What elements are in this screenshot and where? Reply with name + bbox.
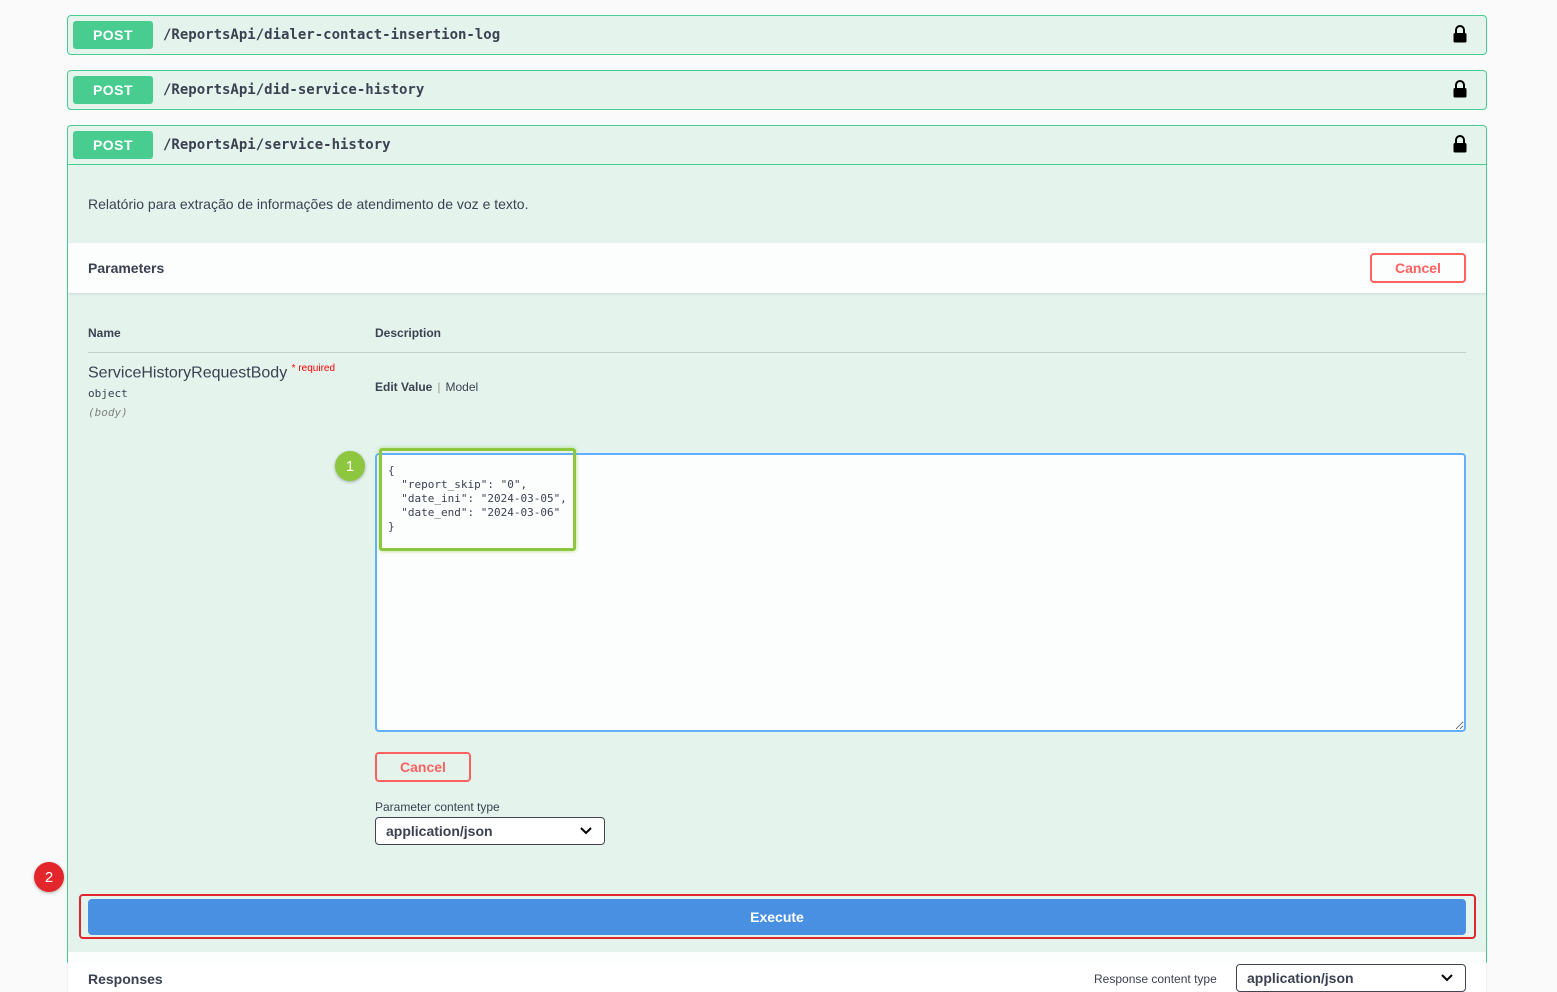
tab-separator: | bbox=[437, 380, 441, 394]
tab-model[interactable]: Model bbox=[445, 380, 478, 394]
lock-icon[interactable] bbox=[1452, 80, 1468, 98]
callout-1: 1 bbox=[335, 451, 365, 481]
select-value: application/json bbox=[386, 823, 493, 839]
method-badge: POST bbox=[73, 131, 153, 159]
tab-edit-value[interactable]: Edit Value bbox=[375, 380, 432, 394]
required-mark: * required bbox=[291, 363, 336, 374]
opblock-service-history: POST /ReportsApi/service-history Relatór… bbox=[67, 125, 1487, 992]
parameter-in: (body) bbox=[88, 406, 128, 419]
header-divider bbox=[88, 352, 1466, 353]
opblock-did-service-history: POST /ReportsApi/did-service-history bbox=[67, 70, 1487, 110]
opblock-summary[interactable]: POST /ReportsApi/service-history bbox=[68, 126, 1486, 164]
endpoint-path: /ReportsApi/service-history bbox=[163, 137, 391, 153]
response-content-type-select[interactable]: application/json bbox=[1236, 964, 1466, 992]
callout-2: 2 bbox=[34, 862, 64, 892]
column-header-name: Name bbox=[88, 326, 121, 340]
select-value: application/json bbox=[1247, 970, 1354, 986]
cancel-try-out-button[interactable]: Cancel bbox=[1370, 253, 1466, 283]
responses-header: Responses Response content type applicat… bbox=[68, 952, 1486, 992]
opblock-body: Relatório para extração de informações d… bbox=[68, 164, 1486, 992]
highlight-box-execute bbox=[79, 894, 1476, 939]
endpoint-path: /ReportsApi/dialer-contact-insertion-log bbox=[163, 27, 501, 43]
chevron-down-icon bbox=[580, 827, 592, 835]
cancel-button[interactable]: Cancel bbox=[375, 752, 471, 782]
parameter-name: ServiceHistoryRequestBody bbox=[88, 364, 288, 382]
parameter-content-type-select[interactable]: application/json bbox=[375, 817, 605, 845]
endpoint-description: Relatório para extração de informações d… bbox=[88, 196, 529, 212]
content-type-label: Parameter content type bbox=[375, 800, 500, 814]
body-tabs: Edit Value | Model bbox=[375, 380, 478, 394]
lock-icon[interactable] bbox=[1452, 135, 1468, 153]
response-content-type-label: Response content type bbox=[1094, 972, 1217, 986]
parameters-header: Parameters Cancel bbox=[68, 243, 1486, 293]
column-header-description: Description bbox=[375, 326, 442, 340]
opblock-summary[interactable]: POST /ReportsApi/dialer-contact-insertio… bbox=[68, 16, 1486, 54]
opblock-dialer-contact-insertion-log: POST /ReportsApi/dialer-contact-insertio… bbox=[67, 15, 1487, 55]
opblock-summary[interactable]: POST /ReportsApi/did-service-history bbox=[68, 71, 1486, 109]
parameter-name-cell: ServiceHistoryRequestBody * required bbox=[88, 363, 335, 382]
responses-title: Responses bbox=[88, 971, 163, 987]
endpoint-path: /ReportsApi/did-service-history bbox=[163, 82, 425, 98]
parameters-title: Parameters bbox=[88, 260, 165, 276]
chevron-down-icon bbox=[1441, 974, 1453, 982]
highlight-box-body bbox=[379, 448, 576, 551]
parameter-type: object bbox=[88, 387, 128, 400]
method-badge: POST bbox=[73, 21, 153, 49]
method-badge: POST bbox=[73, 76, 153, 104]
lock-icon[interactable] bbox=[1452, 25, 1468, 43]
